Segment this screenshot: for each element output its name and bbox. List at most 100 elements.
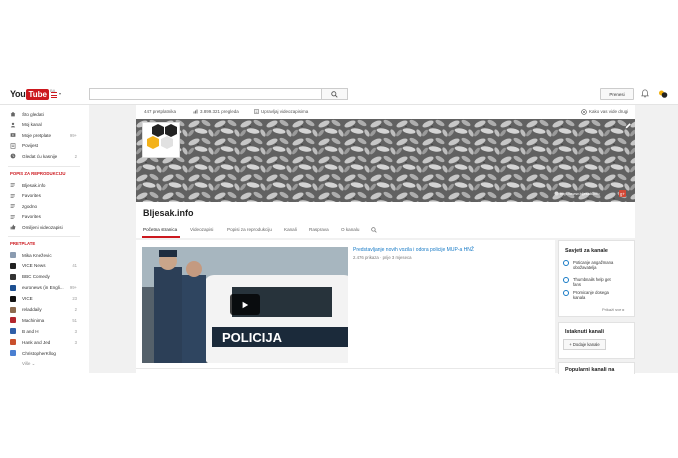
subscription-label: Machinima (22, 317, 45, 323)
subscription-avatar (10, 317, 16, 324)
featured-title: Istaknuti kanali (565, 329, 604, 335)
guide-subscription-item[interactable]: VICE News 41 (10, 262, 88, 270)
guide-playlist-label: zgodno (22, 203, 38, 209)
subscription-label: ChristopherKllog (22, 350, 56, 356)
tip-label[interactable]: Poticanje angažmana obožavatelja (573, 260, 619, 270)
subscription-label: Hank and Jed (22, 339, 51, 345)
subscription-count: 51 (72, 317, 77, 323)
subscription-avatar (10, 350, 16, 357)
account-avatar[interactable] (658, 89, 668, 99)
tab-0[interactable]: Početna stranica (143, 227, 177, 232)
clock-icon (10, 153, 16, 159)
guide-subscription-item[interactable]: ChristopherKllog (10, 349, 88, 357)
tab-4[interactable]: Rasprava (309, 227, 329, 232)
notifications-bell-icon[interactable] (641, 89, 649, 98)
feed-divider (136, 368, 555, 369)
guide-playlist-item[interactable]: Favorites (10, 192, 88, 200)
playlist-icon (10, 214, 15, 219)
guide-divider (8, 236, 80, 237)
guide-subscription-item[interactable]: reladdaily 2 (10, 306, 88, 314)
add-channels-button[interactable]: + Dodaje kanale (563, 339, 606, 350)
history-icon (10, 142, 16, 149)
guide-item-label: Moj kanal (22, 122, 42, 127)
subscription-count: 41 (72, 263, 77, 269)
tab-3[interactable]: Kanali (284, 227, 297, 232)
guide-more-link[interactable]: Više ⌄ (22, 361, 35, 367)
subscription-label: euronews (in Engli... (22, 285, 64, 291)
guide-playlist-item[interactable]: Omiljeni videozapisi (10, 223, 88, 231)
guide-playlist-item[interactable]: Bljesak.info (10, 181, 88, 189)
tab-5[interactable]: O kanalu (341, 227, 359, 232)
channel-title[interactable]: Bljesak.info (143, 208, 194, 218)
guide-item-history[interactable]: Povijest (10, 142, 88, 150)
guide-playlist-label: Favorites (22, 193, 41, 198)
subscription-label: B and H (22, 328, 39, 334)
guide-item-label: Povijest (22, 143, 39, 148)
subscription-avatar (10, 284, 16, 291)
view-as-link[interactable]: Kako vas vide drugi (589, 109, 628, 114)
playlists-heading: POPIS ZA REPRODUKCIJU (10, 171, 66, 176)
tab-1[interactable]: Videozapisi (190, 227, 213, 232)
subscription-avatar (10, 339, 16, 346)
subscription-avatar (10, 295, 16, 302)
guide-item-label: Gledat ću kasnije (22, 153, 58, 159)
website-icon (554, 191, 559, 196)
search-input[interactable] (89, 88, 321, 100)
guide-subscription-item[interactable]: Machinima 51 (10, 316, 88, 324)
guide-item-clock[interactable]: Gledat ću kasnije 2 (10, 152, 88, 160)
tip-radio[interactable] (563, 277, 569, 283)
views-icon (193, 109, 198, 114)
manage-videos-icon (254, 109, 259, 114)
playlist-icon (10, 193, 15, 198)
tips-more-link[interactable]: Prikaži sve ▸ (602, 307, 624, 312)
upload-button[interactable]: Prenesi (600, 88, 634, 100)
guide-subscription-item[interactable]: VICE 23 (10, 295, 88, 303)
guide-item-person[interactable]: Moj kanal (10, 121, 88, 129)
page: You Tube BA Prenesi 447 pretplatnika 3.8 (0, 0, 678, 458)
tip-radio[interactable] (563, 260, 569, 266)
tip-label[interactable]: Promicanje dosega kanala (573, 290, 619, 300)
caret-down-icon (59, 93, 61, 95)
menu-icon (51, 92, 57, 93)
tab-2[interactable]: Popisi za reprodukciju (227, 227, 272, 232)
guide-item-home[interactable]: Što gledati (10, 110, 88, 118)
guide-item-subscriptions[interactable]: Moje pretplate 99+ (10, 131, 88, 139)
guide-playlist-item[interactable]: Favorites (10, 213, 88, 221)
popular-channels-card: Popularni kanali na (558, 362, 635, 374)
eye-icon (581, 108, 587, 115)
channel-avatar[interactable] (142, 122, 180, 158)
tip-label[interactable]: Thumbnails help get fans (573, 277, 619, 287)
guide-playlist-item[interactable]: zgodno (10, 202, 88, 210)
tips-title: Savjeti za kanale (565, 248, 608, 254)
google-plus-icon[interactable]: g+ (619, 190, 626, 197)
youtube-logo[interactable]: You Tube BA (10, 88, 55, 100)
logo-you: You (10, 89, 26, 99)
subscriber-count: 447 pretplatnika (144, 109, 177, 114)
tip-radio[interactable] (563, 290, 569, 296)
car-police-text: POLICIJA (222, 330, 283, 345)
manage-videos-link[interactable]: Upravljaj videozapisima (261, 109, 308, 114)
guide-menu-button[interactable] (51, 92, 61, 98)
subscription-avatar (10, 306, 16, 313)
search-button[interactable] (321, 88, 348, 100)
subscription-count: 23 (72, 296, 77, 302)
guide-subscription-item[interactable]: B and H 3 (10, 327, 88, 335)
guide-subscription-item[interactable]: Hank and Jed 3 (10, 338, 88, 346)
person-icon (10, 122, 16, 127)
subscription-avatar (10, 262, 16, 269)
guide-playlist-label: Bljesak.info (22, 182, 46, 188)
guide-subscription-item[interactable]: euronews (in Engli... 99+ (10, 284, 88, 292)
svg-text:g+: g+ (620, 191, 625, 196)
channel-search-icon[interactable] (371, 227, 377, 233)
subscriptions-heading: PRETPLATE (10, 241, 36, 246)
video-title-link[interactable]: Predstavljanje novih vozila i odora poli… (353, 247, 474, 253)
edit-pencil-icon[interactable] (624, 122, 632, 130)
subscription-count: 2 (74, 307, 77, 312)
guide-item-label: Moje pretplate (22, 132, 52, 138)
view-count: 3.899.321 pregleda (200, 109, 239, 114)
guide-subscription-item[interactable]: Mika Kneževic (10, 251, 88, 259)
guide-subscription-item[interactable]: BBC Comedy (10, 273, 88, 281)
guide-item-count: 2 (74, 153, 77, 159)
play-button[interactable] (230, 294, 260, 315)
banner-website-link[interactable]: http://www.bljesak.info (560, 191, 600, 196)
